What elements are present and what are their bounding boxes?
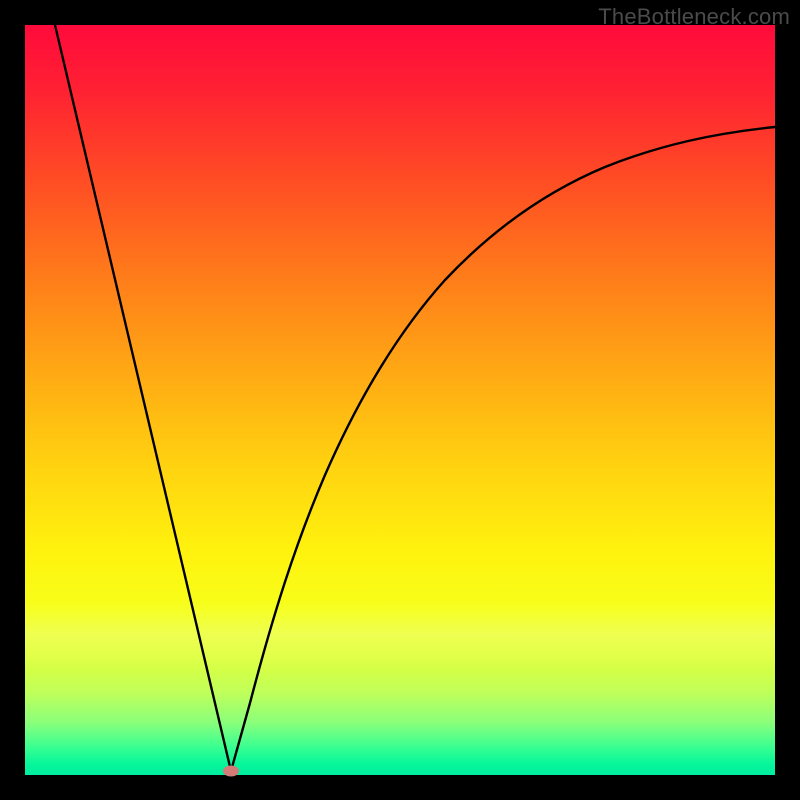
curve-path — [55, 25, 775, 771]
watermark-text: TheBottleneck.com — [598, 4, 790, 30]
vertex-marker — [223, 766, 239, 777]
chart-frame: TheBottleneck.com — [0, 0, 800, 800]
plot-area — [25, 25, 775, 775]
curve-svg — [25, 25, 775, 775]
